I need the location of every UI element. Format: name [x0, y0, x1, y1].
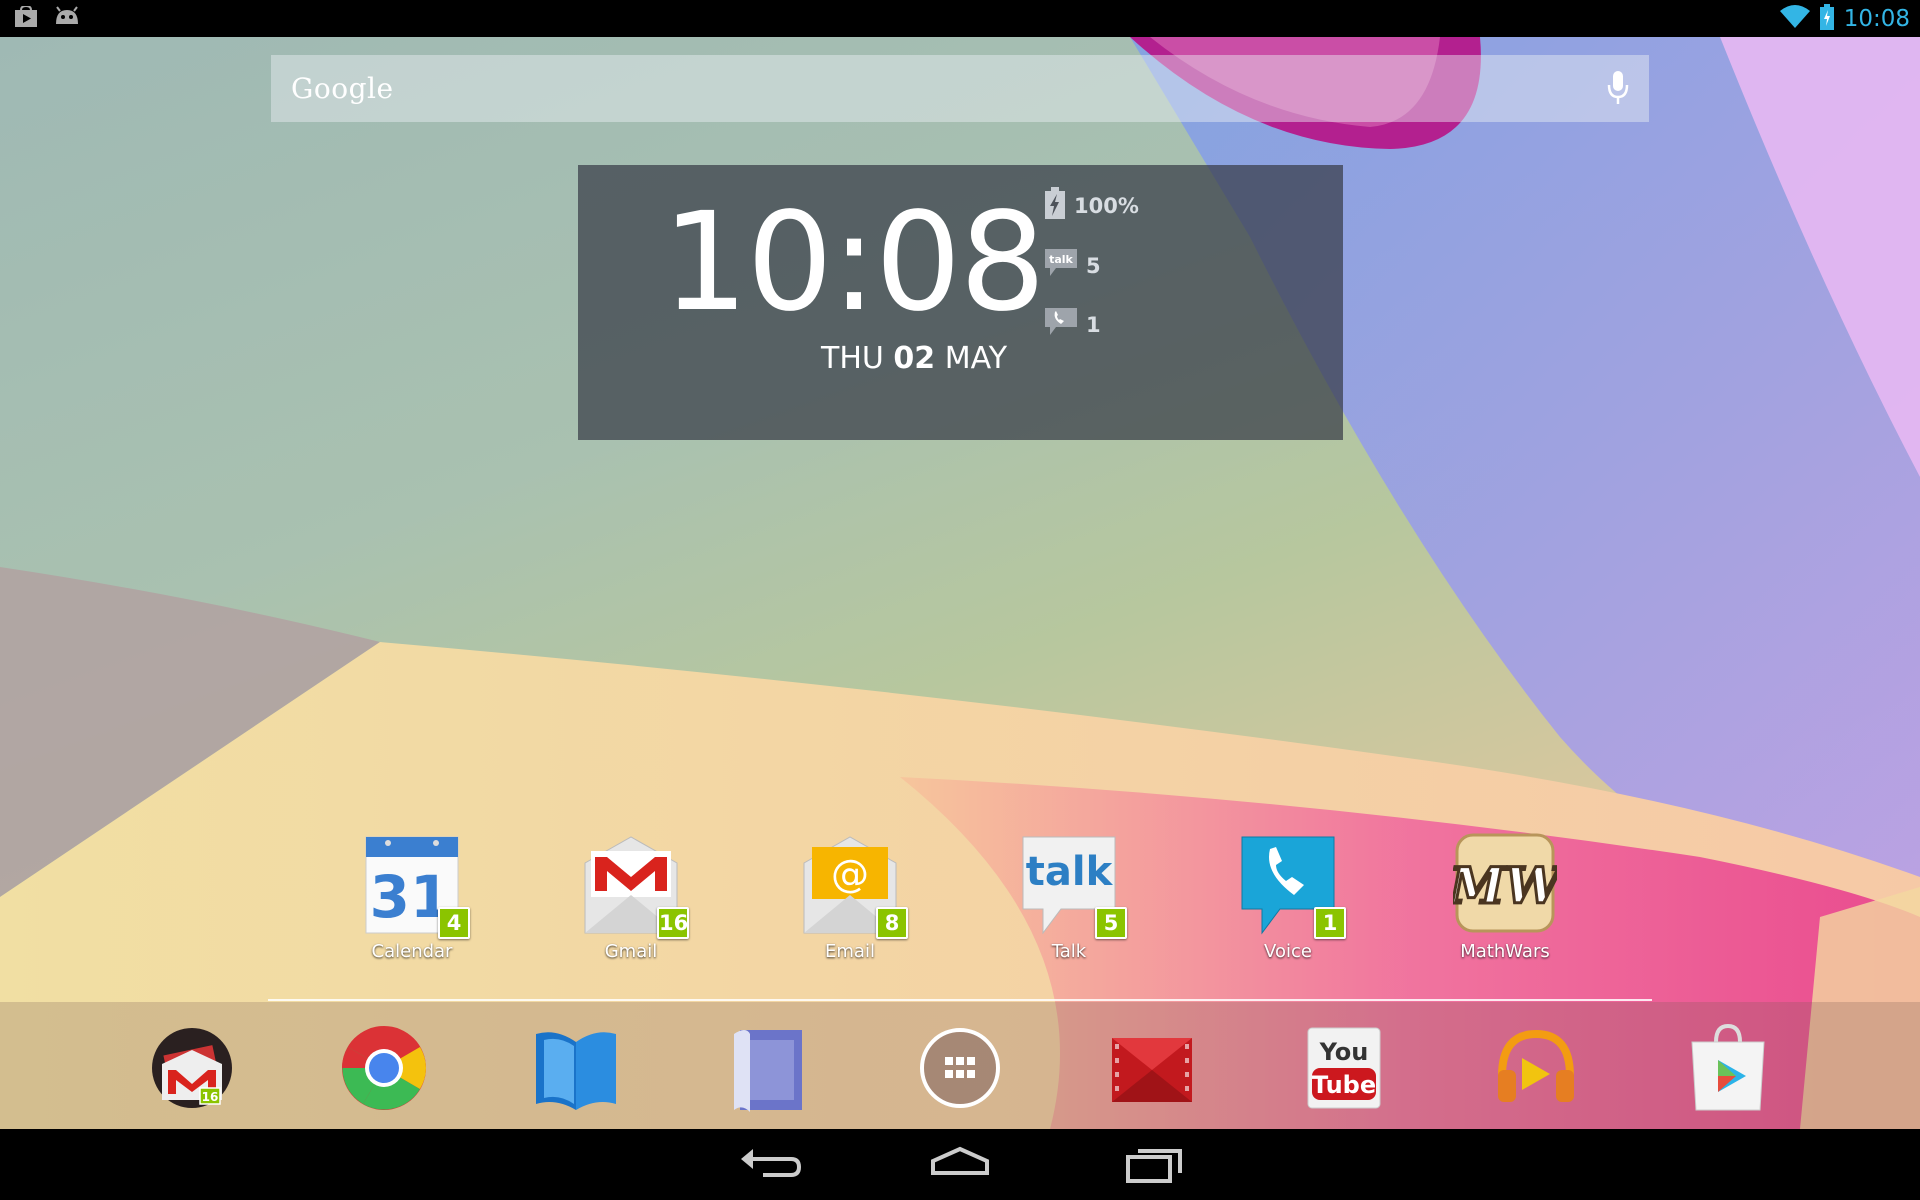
clock-widget[interactable]: 10:08 THU 02 MAY 100% talk 5 1 — [578, 165, 1343, 440]
gmail-badge: 16 — [657, 907, 689, 939]
gmail-folder-badge: 16 — [202, 1090, 219, 1104]
battery-charging-icon — [1819, 4, 1834, 34]
mic-icon[interactable] — [1607, 71, 1629, 109]
status-bar: 10:08 — [0, 0, 1920, 37]
voice-badge: 1 — [1314, 907, 1346, 939]
play-books-icon[interactable] — [528, 1020, 624, 1116]
svg-text:@: @ — [831, 852, 869, 896]
chrome-icon[interactable] — [336, 1020, 432, 1116]
voice-icon: 1 — [1236, 833, 1346, 939]
talk-icon: talk — [1044, 248, 1078, 283]
svg-text:MW: MW — [1453, 856, 1557, 915]
app-label: MathWars — [1460, 941, 1550, 962]
app-calendar[interactable]: 31 4 Calendar — [312, 833, 512, 962]
google-search-bar[interactable]: Google — [271, 55, 1649, 122]
talk-count: 5 — [1086, 253, 1101, 278]
talk-stat: talk 5 — [1044, 248, 1101, 283]
youtube-icon[interactable]: You Tube — [1296, 1020, 1392, 1116]
play-store-icon[interactable] — [1680, 1020, 1776, 1116]
calendar-badge: 4 — [438, 907, 470, 939]
app-label: Email — [825, 941, 875, 962]
voice-stat: 1 — [1044, 307, 1101, 342]
app-label: Talk — [1051, 941, 1087, 962]
youtube-text-bottom: Tube — [1312, 1071, 1376, 1099]
clock-time: 10:08 — [662, 184, 1046, 342]
app-gmail[interactable]: 16 Gmail — [531, 833, 731, 962]
voice-icon — [1044, 307, 1078, 342]
all-apps-icon[interactable] — [912, 1020, 1008, 1116]
app-label: Calendar — [371, 941, 453, 962]
calendar-icon: 31 4 — [360, 833, 470, 939]
app-talk[interactable]: talk 5 Talk — [969, 833, 1169, 962]
voice-count: 1 — [1086, 312, 1101, 337]
google-logo: Google — [291, 72, 394, 105]
clock-month: MAY — [944, 341, 1008, 376]
play-movies-icon[interactable] — [1104, 1020, 1200, 1116]
talk-icon: talk 5 — [1017, 833, 1127, 939]
play-store-notification-icon[interactable] — [14, 4, 38, 32]
status-time: 10:08 — [1843, 6, 1910, 32]
battery-charging-icon — [1044, 187, 1066, 224]
navigation-bar — [0, 1129, 1920, 1200]
gmail-folder-icon[interactable]: 16 — [144, 1020, 240, 1116]
battery-percent: 100% — [1074, 193, 1139, 218]
app-label: Voice — [1264, 941, 1312, 962]
android-debug-icon[interactable] — [54, 6, 80, 32]
app-mathwars[interactable]: MW MathWars — [1405, 833, 1605, 962]
svg-text:talk: talk — [1026, 849, 1114, 895]
play-music-icon[interactable] — [1488, 1020, 1584, 1116]
app-email[interactable]: @ 8 Email — [750, 833, 950, 962]
app-label: Gmail — [604, 941, 658, 962]
clock-date: THU 02 MAY — [821, 341, 1007, 376]
svg-text:talk: talk — [1049, 253, 1073, 266]
dock-divider — [268, 999, 1652, 1001]
home-icon[interactable] — [925, 1143, 995, 1187]
clock-date-number: 02 — [893, 341, 936, 376]
clock-day: THU — [821, 341, 884, 376]
back-icon[interactable] — [735, 1143, 805, 1187]
email-icon: @ 8 — [798, 833, 908, 939]
battery-stat: 100% — [1044, 187, 1139, 224]
email-badge: 8 — [876, 907, 908, 939]
youtube-text-top: You — [1319, 1038, 1369, 1066]
gmail-icon: 16 — [579, 833, 689, 939]
talk-badge: 5 — [1095, 907, 1127, 939]
mathwars-icon: MW — [1446, 833, 1567, 937]
app-voice[interactable]: 1 Voice — [1188, 833, 1388, 962]
wifi-icon — [1779, 5, 1810, 33]
magazines-icon[interactable] — [720, 1020, 816, 1116]
recent-apps-icon[interactable] — [1120, 1143, 1190, 1187]
